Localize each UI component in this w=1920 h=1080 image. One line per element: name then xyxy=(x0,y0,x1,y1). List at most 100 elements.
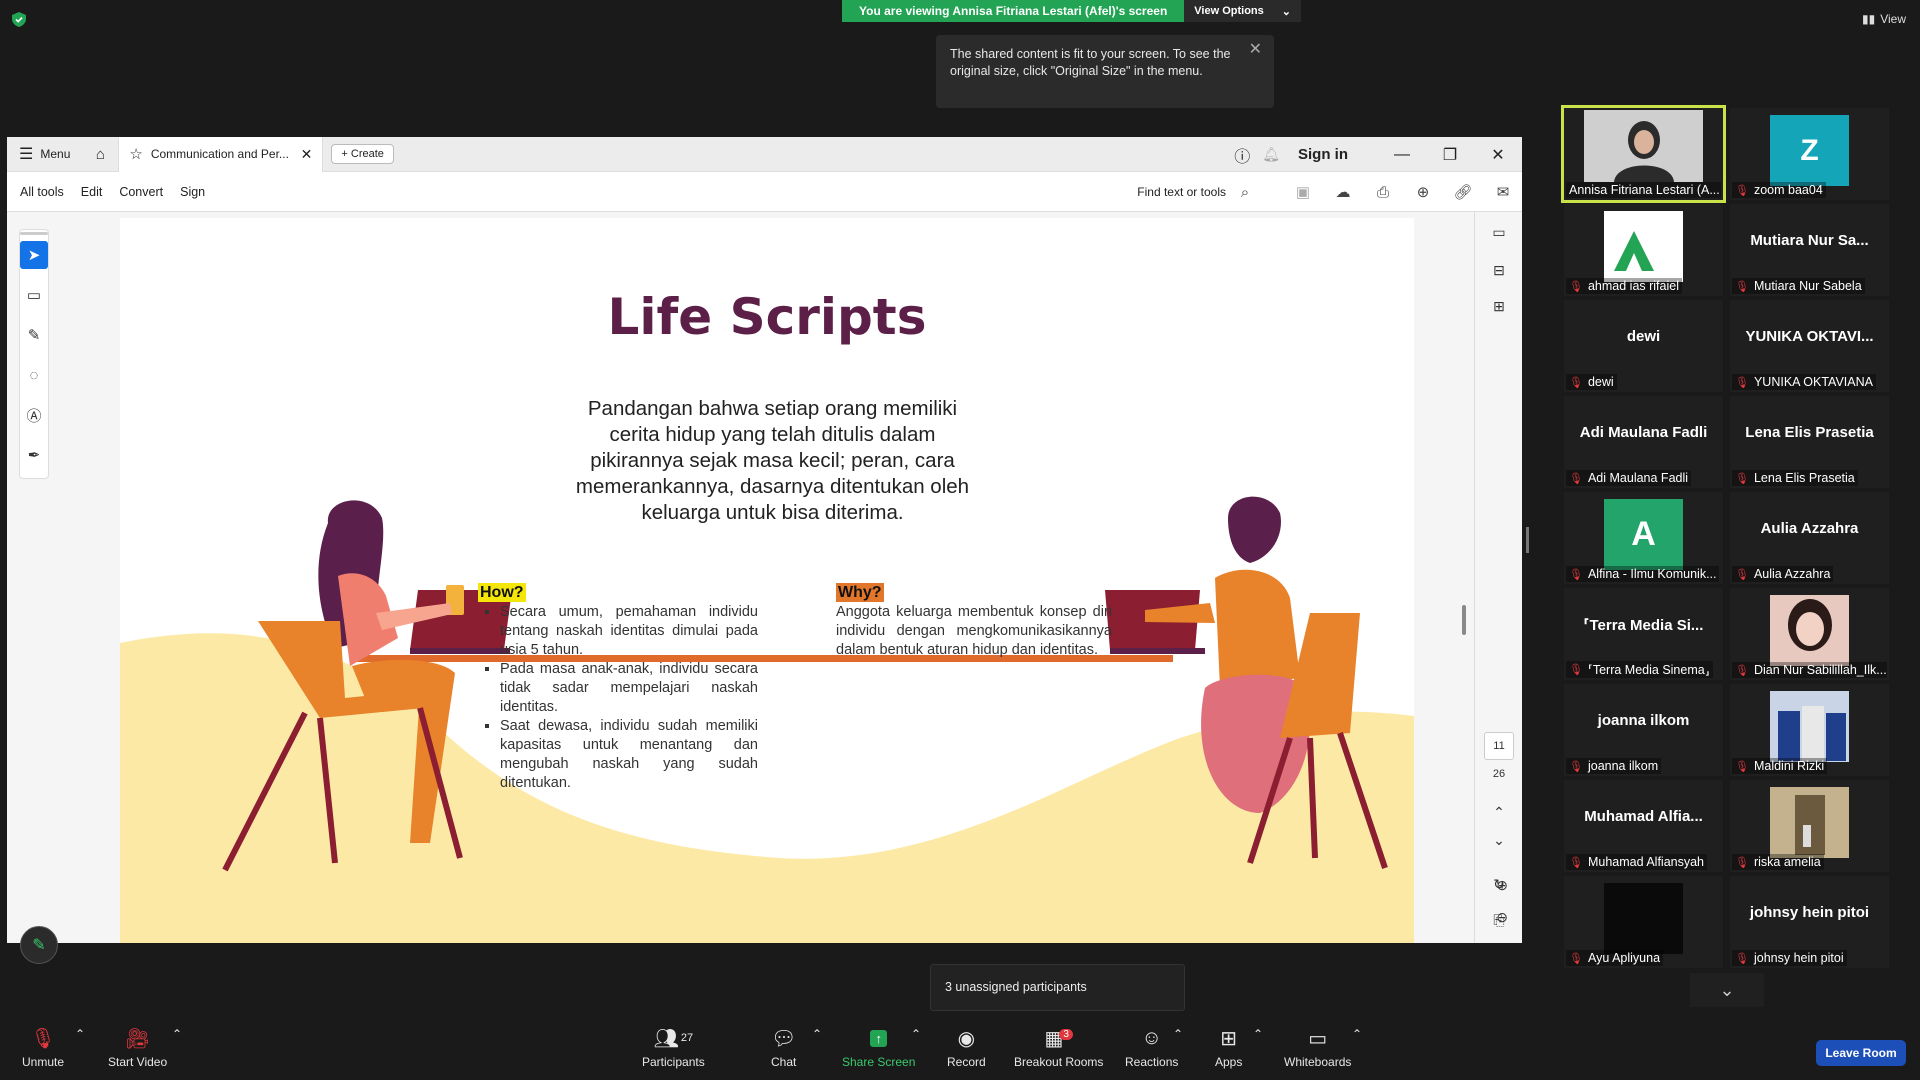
record-button[interactable]: ◉ Record xyxy=(947,1027,986,1070)
close-tab-icon[interactable]: ✕ xyxy=(301,146,313,163)
chevron-up-icon[interactable]: ⌃ xyxy=(1489,804,1509,824)
text-box-icon[interactable]: Ⓐ xyxy=(20,401,48,429)
participant-tile[interactable]: joanna ilkom 🎙︎ joanna ilkom xyxy=(1564,684,1723,776)
share-user-icon[interactable]: ⊕ xyxy=(1414,183,1432,201)
participant-tile[interactable]: 🎙︎ Ayu Apliyuna xyxy=(1564,876,1723,968)
participant-display-name: Adi Maulana Fadli xyxy=(1579,424,1708,441)
zoom-out-icon[interactable]: ⊖ xyxy=(1496,909,1508,926)
meeting-controls-bar: 🎙︎ Unmute ⌃ 🎥︎ Start Video ⌃ 👥︎ 27 Partic… xyxy=(0,1020,1920,1080)
sign-menu[interactable]: Sign xyxy=(180,185,205,199)
share-screen-button[interactable]: ↑ Share Screen xyxy=(842,1027,915,1069)
search-icon: ⌕ xyxy=(1240,183,1250,201)
menu-button[interactable]: ☰ Menu xyxy=(7,144,82,164)
reactions-button[interactable]: ☺ Reactions xyxy=(1125,1027,1178,1070)
mic-muted-icon: 🎙︎ xyxy=(1735,856,1749,869)
participant-tile[interactable]: Annisa Fitriana Lestari (A... xyxy=(1561,105,1726,203)
help-icon[interactable]: ⓘ xyxy=(1234,143,1250,167)
pdf-page[interactable]: Life Scripts Pandangan bahwa setiap oran… xyxy=(120,218,1414,943)
reactions-options-caret[interactable]: ⌃ xyxy=(1173,1027,1183,1041)
start-video-label: Start Video xyxy=(108,1055,168,1069)
participant-display-name: Lena Elis Prasetia xyxy=(1745,424,1874,441)
start-video-button[interactable]: 🎥︎ Start Video xyxy=(108,1027,168,1070)
apps-icon: ⊞ xyxy=(1220,1027,1238,1050)
page-scrollbar[interactable] xyxy=(1462,605,1466,635)
cloud-upload-icon[interactable]: ☁ xyxy=(1334,183,1352,201)
zoom-in-icon[interactable]: ⊕ xyxy=(1496,877,1508,894)
slide-title: Life Scripts xyxy=(607,288,927,346)
chat-button[interactable]: 💬︎ Chat xyxy=(771,1027,796,1070)
print-icon[interactable]: ⎙ xyxy=(1374,183,1392,201)
participant-tile[interactable]: Muhamad Alfia... 🎙︎ Muhamad Alfiansyah xyxy=(1564,780,1723,872)
current-page-field[interactable]: 11 xyxy=(1484,732,1514,760)
sign-pen-icon[interactable]: ✒ xyxy=(20,441,48,469)
apps-button[interactable]: ⊞ Apps xyxy=(1215,1027,1242,1070)
close-icon[interactable]: ✕ xyxy=(1249,41,1262,58)
save-icon[interactable]: ▣ xyxy=(1294,183,1312,201)
participant-name: YUNIKA OKTAVIANA xyxy=(1753,375,1873,389)
unassigned-participants-tooltip[interactable]: 3 unassigned participants xyxy=(930,964,1185,1011)
participant-tile[interactable]: Mutiara Nur Sa... 🎙︎ Mutiara Nur Sabela xyxy=(1730,204,1889,296)
restore-icon[interactable]: ❐ xyxy=(1426,145,1474,165)
view-button[interactable]: ▮▮ View xyxy=(1862,12,1906,26)
edit-menu[interactable]: Edit xyxy=(81,185,103,199)
participant-tile[interactable]: dewi 🎙︎ dewi xyxy=(1564,300,1723,392)
participant-tile[interactable]: A 🎙︎ Alfina - Ilmu Komunik... xyxy=(1564,492,1723,584)
participants-button[interactable]: 👥︎ 27 Participants xyxy=(642,1027,705,1070)
participant-tile[interactable]: 🎙︎ ahmad ias rifaiel xyxy=(1564,204,1723,296)
breakout-rooms-button[interactable]: ▦ 3 Breakout Rooms xyxy=(1014,1027,1103,1070)
participant-name: Aulia Azzahra xyxy=(1753,567,1831,581)
lasso-draw-icon[interactable]: ◌ xyxy=(20,361,48,389)
participant-tile[interactable]: johnsy hein pitoi 🎙︎ johnsy hein pitoi xyxy=(1730,876,1889,968)
chat-options-caret[interactable]: ⌃ xyxy=(812,1027,822,1041)
unmute-button[interactable]: 🎙︎ Unmute xyxy=(22,1027,64,1070)
participant-tile[interactable]: 🎙︎ Maldini Rizki xyxy=(1730,684,1889,776)
chevron-down-icon[interactable]: ⌄ xyxy=(1489,832,1509,852)
minimize-icon[interactable]: — xyxy=(1378,146,1426,164)
participant-tile[interactable]: 🎙︎ riska amelia xyxy=(1730,780,1889,872)
apps-options-caret[interactable]: ⌃ xyxy=(1253,1027,1263,1041)
participant-tile[interactable]: Adi Maulana Fadli 🎙︎ Adi Maulana Fadli xyxy=(1564,396,1723,488)
find-tools-search[interactable]: Find text or tools ⌕ xyxy=(1137,183,1254,201)
leave-room-button[interactable]: Leave Room xyxy=(1816,1040,1906,1066)
all-tools-menu[interactable]: All tools xyxy=(20,185,64,199)
participant-tile[interactable]: YUNIKA OKTAVI... 🎙︎ YUNIKA OKTAVIANA xyxy=(1730,300,1889,392)
bookmark-icon[interactable]: ⊟ xyxy=(1489,262,1509,282)
portrait-photo xyxy=(1788,599,1832,651)
whiteboards-button[interactable]: ▭ Whiteboards xyxy=(1284,1027,1351,1070)
select-cursor-icon[interactable]: ➤ xyxy=(20,241,48,269)
gallery-next-page-button[interactable]: ⌄ xyxy=(1690,973,1764,1007)
highlight-pen-icon[interactable]: ✎ xyxy=(20,321,48,349)
security-shield-icon[interactable] xyxy=(12,12,26,27)
why-text: Anggota keluarga membentuk konsep diri i… xyxy=(836,604,1112,658)
home-icon[interactable]: ⌂ xyxy=(82,146,118,163)
toolbar-grip[interactable] xyxy=(20,232,48,235)
add-comment-icon[interactable]: ▭ xyxy=(20,281,48,309)
participant-label: Annisa Fitriana Lestari (A... xyxy=(1566,182,1721,198)
participant-tile[interactable]: Aulia Azzahra 🎙︎ Aulia Azzahra xyxy=(1730,492,1889,584)
view-options-button[interactable]: View Options ⌄ xyxy=(1184,0,1301,22)
participant-tile[interactable]: ⸢Terra Media Si... 🎙︎ ⸢Terra Media Sinema⸥ xyxy=(1564,588,1723,680)
annotate-pen-button[interactable]: ✎ xyxy=(20,926,58,964)
audio-options-caret[interactable]: ⌃ xyxy=(75,1027,85,1041)
participant-tile[interactable]: 🎙︎ Dian Nur Sabilillah_Ilk... xyxy=(1730,588,1889,680)
share-options-caret[interactable]: ⌃ xyxy=(911,1027,921,1041)
panel-resize-handle[interactable] xyxy=(1526,527,1529,553)
link-icon[interactable]: 🔗︎ xyxy=(1453,183,1472,201)
convert-menu[interactable]: Convert xyxy=(119,185,163,199)
close-window-icon[interactable]: ✕ xyxy=(1474,145,1522,165)
star-icon[interactable]: ☆ xyxy=(129,145,142,163)
right-rail: ▭ ⊟ ⊞ 11 26 ⌃ ⌄ ↻ ⎘ xyxy=(1474,212,1522,943)
participant-tile[interactable]: Lena Elis Prasetia 🎙︎ Lena Elis Prasetia xyxy=(1730,396,1889,488)
sign-in-button[interactable]: Sign in xyxy=(1298,146,1348,163)
video-options-caret[interactable]: ⌃ xyxy=(172,1027,182,1041)
document-tab[interactable]: ☆ Communication and Per... ✕ xyxy=(118,137,324,172)
participant-name: dewi xyxy=(1587,375,1614,389)
bell-icon[interactable]: 🔔︎ xyxy=(1262,146,1280,163)
email-icon[interactable]: ✉ xyxy=(1494,183,1512,201)
participant-label: 🎙︎ Alfina - Ilmu Komunik... xyxy=(1566,566,1720,582)
participant-tile[interactable]: Z 🎙︎ zoom baa04 xyxy=(1730,108,1889,200)
comment-panel-icon[interactable]: ▭ xyxy=(1489,224,1509,244)
thumbnails-grid-icon[interactable]: ⊞ xyxy=(1489,298,1509,318)
create-button[interactable]: + Create xyxy=(331,144,394,164)
whiteboards-options-caret[interactable]: ⌃ xyxy=(1352,1027,1362,1041)
